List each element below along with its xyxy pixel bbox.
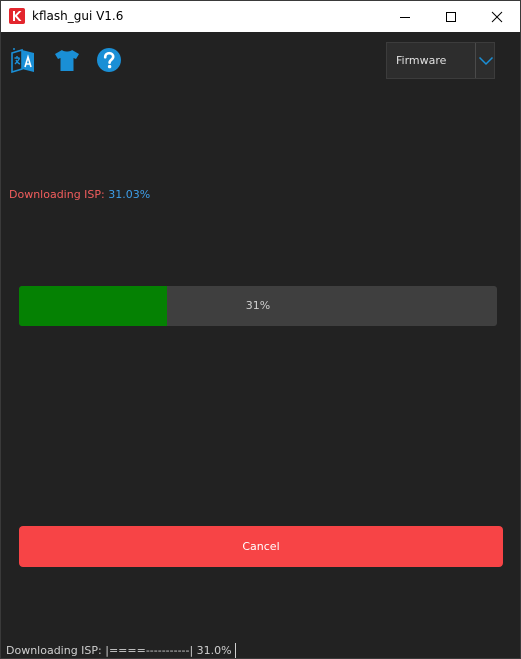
minimize-icon bbox=[400, 16, 410, 18]
minimize-button[interactable] bbox=[382, 1, 428, 32]
firmware-select[interactable]: Firmware bbox=[386, 42, 495, 79]
status-value: 31.03% bbox=[108, 188, 151, 201]
kflash-window: kflash_gui V1.6 Firmware Downloading ISP… bbox=[0, 0, 521, 659]
tshirt-skin-icon[interactable] bbox=[54, 47, 80, 73]
maximize-icon bbox=[446, 11, 456, 22]
status-label: Downloading ISP: bbox=[9, 188, 105, 201]
help-question-icon[interactable] bbox=[96, 47, 122, 73]
maximize-button[interactable] bbox=[428, 1, 474, 32]
firmware-select-value: Firmware bbox=[396, 54, 447, 67]
chevron-down-icon bbox=[478, 56, 494, 66]
progress-percent-text: 31% bbox=[245, 299, 271, 312]
dropdown-separator bbox=[475, 43, 476, 78]
kendryte-k-logo-icon bbox=[9, 8, 25, 24]
window-title: kflash_gui V1.6 bbox=[32, 9, 124, 23]
status-bar: Downloading ISP: |====-----------| 31.0% bbox=[1, 641, 520, 659]
language-translate-icon[interactable] bbox=[10, 47, 36, 73]
download-progress-bar: 31% bbox=[19, 286, 497, 326]
close-icon bbox=[491, 11, 503, 22]
title-bar[interactable]: kflash_gui V1.6 bbox=[1, 1, 520, 32]
cancel-button[interactable]: Cancel bbox=[19, 526, 503, 567]
close-button[interactable] bbox=[474, 1, 520, 32]
statusbar-text: Downloading ISP: |====-----------| 31.0% bbox=[6, 643, 236, 658]
download-status: Downloading ISP: 31.03% bbox=[9, 188, 150, 201]
